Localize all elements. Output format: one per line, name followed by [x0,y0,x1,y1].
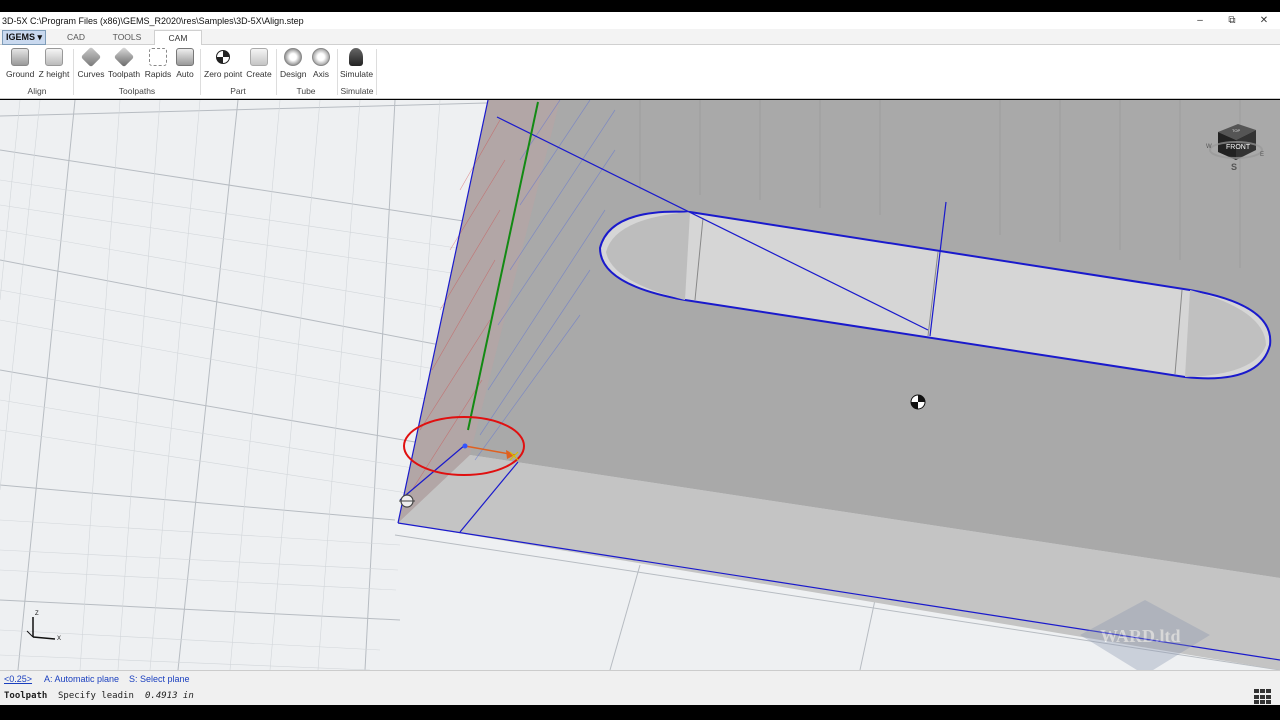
simulate-icon [349,48,363,66]
curves-button[interactable]: Curves [77,46,105,79]
rapids-button[interactable]: Rapids [144,48,172,79]
group-divider [376,49,377,95]
status-mode: Toolpath [4,691,48,701]
ribbon-tabs: IGEMS ▾ CAD TOOLS CAM [0,29,1280,46]
create-label: Create [246,69,272,79]
compass-w-label: W [1206,144,1212,150]
ribbon-panel: Ground Z height Align Curves Toolpath Ra… [0,45,1280,99]
simulate-label: Simulate [340,69,374,79]
group-tube-label: Tube [296,86,316,96]
group-align-label: Align [27,86,47,96]
window-title: 3D-5X C:\Program Files (x86)\GEMS_R2020\… [2,15,304,26]
rapids-label: Rapids [144,69,172,79]
ground-label: Ground [6,69,35,79]
axis-x-label: X [57,636,61,642]
axis-z-label: Z [35,611,39,617]
title-bar: 3D-5X C:\Program Files (x86)\GEMS_R2020\… [0,12,1280,29]
minimize-button[interactable]: – [1184,12,1216,29]
toolpath-icon [113,46,135,68]
tab-cad[interactable]: CAD [56,30,96,45]
3d-viewport[interactable]: FRONT TOP W E S Z X WARD.ltd [0,100,1280,670]
group-divider [276,49,277,95]
status-prompt: Specify leadin [58,691,134,701]
axis-icon [312,48,330,66]
z-height-icon [45,48,63,66]
select-plane-option[interactable]: S: Select plane [129,671,190,687]
command-options-bar: <0.25> A: Automatic plane S: Select plan… [0,670,1280,687]
zero-point-icon [216,50,230,64]
compass-e-label: E [1260,152,1264,158]
scene-canvas[interactable]: FRONT TOP W E S Z X WARD.ltd [0,100,1280,670]
auto-button[interactable]: Auto [174,48,196,79]
tab-cam[interactable]: CAM [154,30,202,46]
create-icon [250,48,268,66]
ground-button[interactable]: Ground [6,48,34,79]
watermark-text: WARD.ltd [1100,626,1181,646]
group-simulate-label: Simulate [340,86,374,96]
default-value-link[interactable]: <0.25> [4,671,32,687]
group-toolpaths-label: Toolpaths [118,86,156,96]
zero-point-icon[interactable] [910,394,926,410]
create-button[interactable]: Create [246,48,272,79]
chevron-down-icon: ▾ [37,32,43,42]
automatic-plane-option[interactable]: A: Automatic plane [44,671,119,687]
group-part-label: Part [230,86,246,96]
tab-igems-label: IGEMS [5,32,35,42]
zero-point-button[interactable]: Zero point [204,48,242,79]
axis-label: Axis [312,69,330,79]
compass-s-label: S [1231,162,1237,172]
tab-tools[interactable]: TOOLS [104,30,150,45]
design-icon [284,48,302,66]
viewcube-top-label: TOP [1232,128,1240,133]
group-divider [200,49,201,95]
toolpath-label: Toolpath [108,69,141,79]
status-bar: Toolpath Specify leadin 0.4913 in [0,687,1280,705]
group-divider [337,49,338,95]
zero-point-label: Zero point [204,69,243,79]
curves-icon [80,46,102,68]
axis-button[interactable]: Axis [310,48,332,79]
z-height-label: Z height [38,69,70,79]
close-button[interactable]: ✕ [1248,12,1280,29]
axis-triad: Z X [26,611,61,642]
rapids-icon [149,48,167,66]
auto-label: Auto [176,69,194,79]
restore-button[interactable]: ⧉ [1216,12,1248,29]
simulate-button[interactable]: Simulate [340,48,374,79]
curves-label: Curves [77,69,105,79]
tab-igems-menu[interactable]: IGEMS ▾ [2,30,46,45]
group-divider [73,49,74,95]
window-controls: – ⧉ ✕ [1184,12,1280,29]
design-label: Design [280,69,307,79]
viewcube-face-label: FRONT [1226,144,1251,151]
toolpath-button[interactable]: Toolpath [108,46,141,79]
ground-icon [11,48,29,66]
grid-icon[interactable] [1254,689,1272,705]
status-value: 0.4913 in [145,691,194,701]
letterbox-bottom [0,705,1280,720]
letterbox-top [0,0,1280,12]
auto-icon [176,48,194,66]
z-height-button[interactable]: Z height [38,48,70,79]
design-button[interactable]: Design [280,48,306,79]
